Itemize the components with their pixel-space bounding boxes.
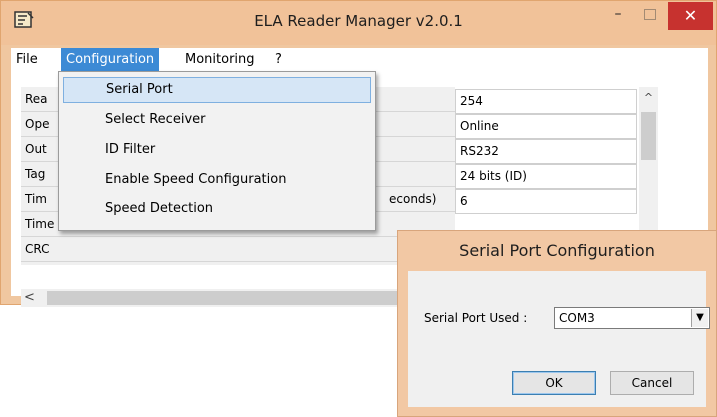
value-cell[interactable]: 6 bbox=[455, 189, 637, 214]
close-button[interactable]: ✕ bbox=[668, 2, 713, 30]
menu-configuration[interactable]: Configuration bbox=[61, 48, 160, 71]
menu-monitoring[interactable]: Monitoring bbox=[180, 48, 260, 71]
configuration-dropdown: Serial Port Select Receiver ID Filter En… bbox=[58, 71, 376, 231]
serial-port-dialog: Serial Port Configuration Serial Port Us… bbox=[397, 230, 717, 417]
value-cell[interactable]: Online bbox=[455, 114, 637, 139]
dropdown-arrow-icon[interactable]: ▼ bbox=[691, 309, 708, 327]
menu-item-id-filter[interactable]: ID Filter bbox=[63, 137, 371, 163]
maximize-button[interactable] bbox=[635, 3, 665, 27]
maximize-icon bbox=[644, 9, 656, 20]
menu-item-speed-detection[interactable]: Speed Detection bbox=[63, 196, 371, 222]
grid-row-label-text: Tim bbox=[25, 192, 47, 206]
serial-port-select[interactable]: COM3 ▼ bbox=[554, 307, 710, 329]
menu-item-serial-port[interactable]: Serial Port bbox=[63, 77, 371, 103]
scroll-thumb[interactable] bbox=[641, 112, 656, 160]
cancel-button[interactable]: Cancel bbox=[610, 371, 694, 395]
dialog-body: Serial Port Used : COM3 ▼ OK Cancel bbox=[408, 271, 710, 407]
grid-row-label[interactable]: CRC bbox=[21, 237, 455, 262]
value-cell[interactable]: RS232 bbox=[455, 139, 637, 164]
grid-row-label-tail: econds) bbox=[389, 192, 437, 206]
menu-help[interactable]: ? bbox=[270, 48, 287, 71]
menu-bar: File Configuration Monitoring ? bbox=[11, 48, 708, 71]
menu-item-enable-speed-configuration[interactable]: Enable Speed Configuration bbox=[63, 167, 371, 193]
scroll-thumb[interactable] bbox=[47, 291, 397, 305]
title-bar[interactable]: ELA Reader Manager v2.0.1 – ✕ bbox=[1, 1, 716, 45]
horizontal-scrollbar[interactable]: < bbox=[21, 289, 401, 307]
serial-port-value: COM3 bbox=[559, 311, 595, 325]
dialog-title: Serial Port Configuration bbox=[459, 241, 655, 260]
scroll-left-icon[interactable]: < bbox=[24, 289, 35, 306]
scroll-up-icon[interactable]: ^ bbox=[639, 91, 658, 104]
menu-item-select-receiver[interactable]: Select Receiver bbox=[63, 107, 371, 133]
ok-button[interactable]: OK bbox=[512, 371, 596, 395]
serial-port-label: Serial Port Used : bbox=[424, 311, 528, 325]
minimize-button[interactable]: – bbox=[603, 3, 633, 27]
value-cell[interactable]: 24 bits (ID) bbox=[455, 164, 637, 189]
value-cell[interactable]: 254 bbox=[455, 89, 637, 114]
menu-file[interactable]: File bbox=[11, 48, 43, 71]
